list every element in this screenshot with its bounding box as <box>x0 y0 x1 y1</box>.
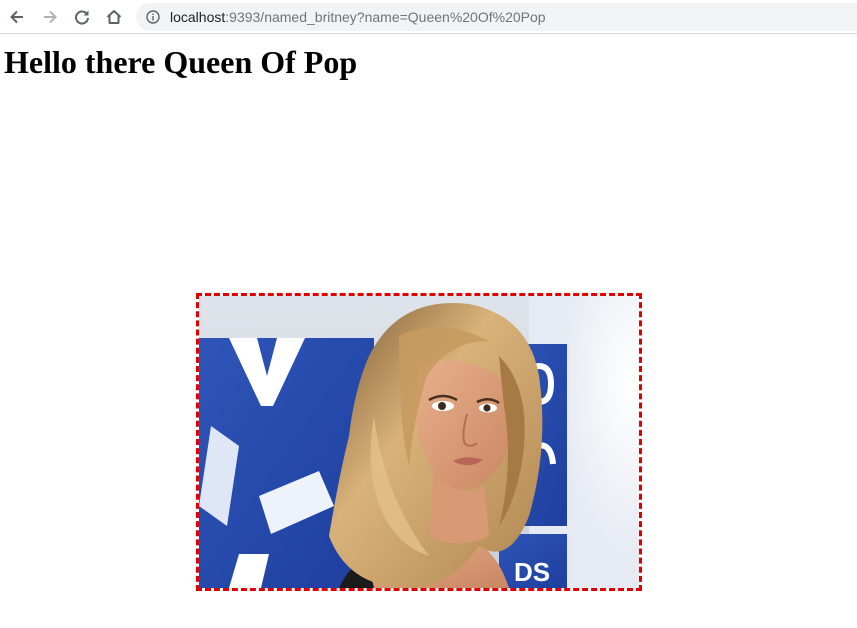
portrait-photo: DS <box>199 296 639 588</box>
url-host: localhost <box>170 9 226 25</box>
info-icon[interactable] <box>146 10 160 24</box>
reload-icon <box>75 10 89 25</box>
forward-button[interactable] <box>39 6 61 28</box>
url-text[interactable]: localhost:9393/named_britney?name=Queen%… <box>170 9 546 25</box>
portrait-photo-frame: DS <box>196 293 642 591</box>
forward-arrow-icon <box>44 10 57 24</box>
back-arrow-icon <box>10 10 23 24</box>
home-icon <box>106 10 122 24</box>
address-bar[interactable]: localhost:9393/named_britney?name=Queen%… <box>136 3 857 31</box>
home-button[interactable] <box>103 6 125 28</box>
svg-text:DS: DS <box>514 557 550 587</box>
browser-toolbar: localhost:9393/named_britney?name=Queen%… <box>0 0 857 34</box>
back-button[interactable] <box>6 6 28 28</box>
reload-button[interactable] <box>71 6 93 28</box>
page-heading: Hello there Queen Of Pop <box>4 44 358 80</box>
url-path: :9393/named_britney?name=Queen%20Of%20Po… <box>225 9 546 25</box>
